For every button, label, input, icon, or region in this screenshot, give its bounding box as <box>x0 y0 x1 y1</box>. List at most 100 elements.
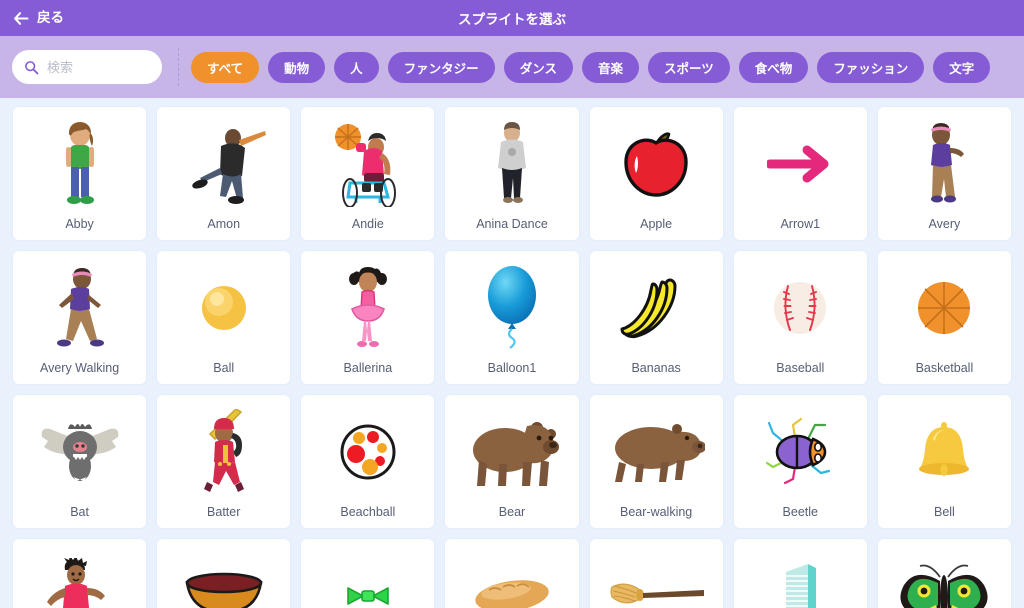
sprite-card[interactable]: Baseball <box>732 250 868 385</box>
sprite-card[interactable]: Bell <box>876 394 1012 529</box>
sprite-label: Ballerina <box>343 361 393 375</box>
search-icon <box>24 60 39 75</box>
search-container[interactable] <box>12 50 162 84</box>
arrow-left-icon <box>14 11 29 25</box>
sprite-label: Arrow1 <box>780 217 821 231</box>
sprite-card[interactable]: Beachball <box>300 394 436 529</box>
tag-button[interactable]: 食べ物 <box>738 51 809 83</box>
bowl-icon <box>161 546 286 608</box>
ball-yellow-icon <box>161 258 286 358</box>
sprite-label: Beetle <box>782 505 818 519</box>
apple-icon <box>594 114 719 214</box>
sprite-card[interactable]: Avery <box>876 106 1012 241</box>
tag-button[interactable]: 人 <box>334 51 379 83</box>
modal-header: 戻る スプライトを選ぶ <box>0 0 1024 36</box>
boy-pink-shirt-icon <box>17 546 142 608</box>
tag-button[interactable]: 音楽 <box>581 51 639 83</box>
search-box[interactable] <box>12 50 162 84</box>
sprite-card[interactable]: Building <box>732 538 868 608</box>
tag-button[interactable]: スポーツ <box>647 51 730 83</box>
man-dancing-icon <box>161 114 286 214</box>
sprite-label: Anina Dance <box>476 217 548 231</box>
sprite-card[interactable]: Beetle <box>732 394 868 529</box>
sprite-card[interactable]: Arrow1 <box>732 106 868 241</box>
back-button-label: 戻る <box>37 10 64 26</box>
sprite-card[interactable]: Anina Dance <box>444 106 580 241</box>
tag-button[interactable]: すべて <box>191 51 260 83</box>
sprite-label: Batter <box>207 505 241 519</box>
batter-icon <box>161 402 286 502</box>
bear-icon <box>449 402 574 502</box>
sprite-card[interactable]: Bananas <box>588 250 724 385</box>
sprite-label: Apple <box>640 217 673 231</box>
sprite-card[interactable]: Broom <box>588 538 724 608</box>
bananas-icon <box>594 258 719 358</box>
sprite-card[interactable]: Balloon1 <box>444 250 580 385</box>
sprite-card[interactable]: Amon <box>156 106 292 241</box>
broom-icon <box>594 546 719 608</box>
sprite-card[interactable]: Basketball <box>876 250 1012 385</box>
sprite-label: Abby <box>65 217 94 231</box>
tag-button[interactable]: ダンス <box>503 51 573 83</box>
sprite-card[interactable]: Bowl <box>156 538 292 608</box>
sprite-label: Bananas <box>631 361 681 375</box>
beetle-icon <box>738 402 863 502</box>
tag-button[interactable]: ファンタジー <box>387 51 495 83</box>
sprite-label: Andie <box>351 217 384 231</box>
tag-button[interactable]: 文字 <box>933 51 991 83</box>
back-button[interactable]: 戻る <box>14 11 64 25</box>
tag-list: すべて 動物人ファンタジー ダンス 音楽 スポーツ 食べ物 ファッション 文字 <box>191 51 1012 83</box>
filter-divider <box>178 48 179 86</box>
bread-icon <box>449 546 574 608</box>
filter-bar: すべて動物人ファンタジーダンス音楽スポーツ食べ物ファッション文字 <box>0 36 1024 98</box>
sprite-card[interactable]: Bear <box>444 394 580 529</box>
girl-walking-icon <box>17 258 142 358</box>
girl-purple-shirt-icon <box>882 114 1007 214</box>
sprite-card[interactable]: Ben <box>12 538 148 608</box>
sprite-card[interactable]: Bread <box>444 538 580 608</box>
ballerina-icon <box>305 258 430 358</box>
sprite-card[interactable]: Avery Walking <box>12 250 148 385</box>
sprite-label: Basketball <box>915 361 974 375</box>
balloon-blue-icon <box>449 258 574 358</box>
butterfly-icon <box>882 546 1007 608</box>
sprite-card[interactable]: Apple <box>588 106 724 241</box>
sprite-card[interactable]: Ball <box>156 250 292 385</box>
tag-button[interactable]: 動物 <box>268 51 326 83</box>
sprite-card[interactable]: Bowtie <box>300 538 436 608</box>
sprite-label: Bell <box>933 505 955 519</box>
sprite-label: Avery <box>928 217 961 231</box>
sprite-label: Bear-walking <box>620 505 693 519</box>
sprite-card[interactable]: Ballerina <box>300 250 436 385</box>
building-icon <box>738 546 863 608</box>
arrow-right-icon <box>738 114 863 214</box>
bowtie-green-icon <box>305 546 430 608</box>
search-input[interactable] <box>47 59 150 75</box>
sprite-card[interactable]: Butterfly 1 <box>876 538 1012 608</box>
sprite-label: Balloon1 <box>487 361 537 375</box>
bat-icon <box>17 402 142 502</box>
person-hoodie-icon <box>449 114 574 214</box>
sprite-label: Avery Walking <box>39 361 120 375</box>
tag-button[interactable]: ファッション <box>817 51 925 83</box>
sprite-label: Bat <box>70 505 89 519</box>
baseball-icon <box>738 258 863 358</box>
sprite-label: Ball <box>213 361 235 375</box>
sprite-card[interactable]: Bear-walking <box>588 394 724 529</box>
beachball-icon <box>305 402 430 502</box>
sprite-card[interactable]: Abby <box>12 106 148 241</box>
sprite-label: Bear <box>498 505 526 519</box>
wheelchair-basketball-icon <box>305 114 430 214</box>
sprite-card[interactable]: Bat <box>12 394 148 529</box>
sprite-card[interactable]: Batter <box>156 394 292 529</box>
girl-green-shirt-icon <box>17 114 142 214</box>
sprite-grid: Abby Amon Andie Anina Dance Apple Arrow1… <box>6 106 1018 608</box>
sprite-grid-scroll[interactable]: Abby Amon Andie Anina Dance Apple Arrow1… <box>0 98 1024 608</box>
page-title: スプライトを選ぶ <box>458 12 566 27</box>
bell-icon <box>882 402 1007 502</box>
basketball-icon <box>882 258 1007 358</box>
sprite-card[interactable]: Andie <box>300 106 436 241</box>
sprite-label: Baseball <box>776 361 825 375</box>
sprite-label: Beachball <box>340 505 396 519</box>
sprite-label: Amon <box>207 217 241 231</box>
